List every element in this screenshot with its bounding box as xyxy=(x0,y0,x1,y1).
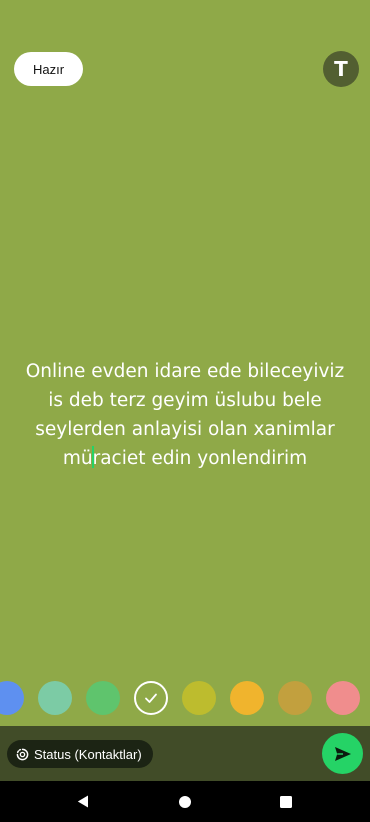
audience-label: Status (Kontaktlar) xyxy=(34,746,142,762)
text-before-cursor: mü xyxy=(62,448,93,469)
status-text-editor[interactable]: Online evden idare ede bileceyiviz is de… xyxy=(0,357,370,473)
status-ring-icon xyxy=(16,748,29,760)
color-swatch-yellow-green[interactable] xyxy=(182,681,216,715)
text-font-icon: T xyxy=(334,57,348,81)
color-swatch-orange[interactable] xyxy=(230,681,264,715)
done-button[interactable]: Hazır xyxy=(14,52,83,86)
color-swatch-olive-selected[interactable] xyxy=(134,681,168,715)
checkmark-icon xyxy=(145,693,157,703)
color-swatch-green[interactable] xyxy=(86,681,120,715)
text-after-cursor: raciet edin yonlendirim xyxy=(92,448,308,469)
status-text-line: seylerden anlayisi olan xanimlar xyxy=(35,419,335,440)
color-swatch-pink[interactable] xyxy=(326,681,360,715)
nav-recents-button[interactable] xyxy=(266,781,306,822)
status-text-line: müraciet edin yonlendirim xyxy=(10,444,360,473)
send-button[interactable] xyxy=(322,733,363,774)
color-swatch-mustard[interactable] xyxy=(278,681,312,715)
system-navigation-bar xyxy=(0,781,370,822)
nav-back-button[interactable] xyxy=(63,781,103,822)
status-audience-selector[interactable]: Status (Kontaktlar) xyxy=(7,740,153,768)
status-text-line: is deb terz geyim üslubu bele xyxy=(48,390,322,411)
status-text-line: Online evden idare ede bileceyiviz xyxy=(25,361,345,382)
back-triangle-icon xyxy=(77,795,88,808)
send-arrow-icon xyxy=(334,746,351,761)
nav-home-button[interactable] xyxy=(165,781,205,822)
recents-square-icon xyxy=(280,795,292,808)
font-style-button[interactable]: T xyxy=(323,51,359,87)
home-circle-icon xyxy=(179,795,191,808)
color-swatch-mint[interactable] xyxy=(38,681,72,715)
